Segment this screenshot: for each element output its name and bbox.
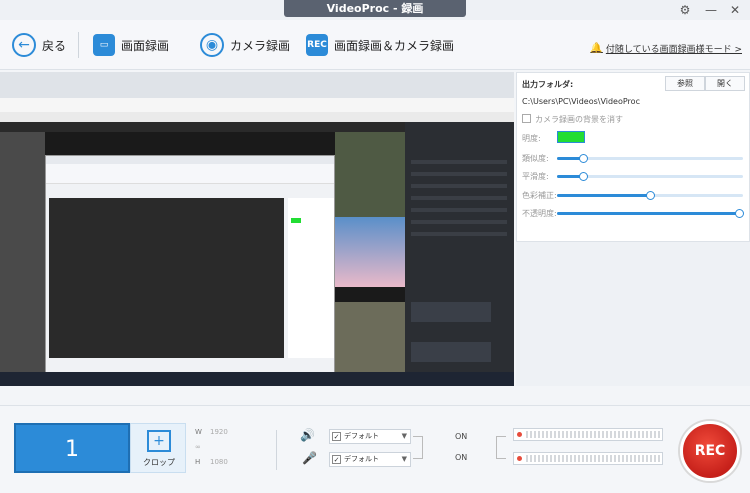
- preview-nested-settings: [288, 198, 334, 358]
- camera-record-label: カメラ録画: [230, 38, 291, 53]
- brightness-color-swatch[interactable]: [557, 131, 585, 143]
- remove-bg-label: カメラ録画の背景を消す: [535, 115, 623, 124]
- preview-participant-left: [0, 132, 45, 372]
- mic-device-label: デフォルト: [344, 455, 379, 463]
- chevron-down-icon: ▼: [401, 432, 407, 440]
- color-correction-slider[interactable]: [557, 191, 743, 200]
- speaker-level-dot: [517, 432, 522, 437]
- title-bar: VideoProc - 録画 ⚙ — ✕: [0, 0, 750, 20]
- monitor-select[interactable]: 1: [14, 423, 130, 473]
- open-button[interactable]: 開く: [705, 76, 745, 91]
- height-label: H: [195, 458, 201, 466]
- opacity-slider[interactable]: [557, 209, 745, 218]
- link-icon: ∞: [195, 443, 201, 451]
- crop-button[interactable]: + クロップ: [130, 423, 186, 473]
- remove-bg-checkbox[interactable]: [522, 114, 531, 123]
- screen-record-label: 画面録画: [121, 38, 170, 53]
- similarity-label: 類似度:: [522, 154, 549, 163]
- arrow-left-icon: ←: [12, 33, 36, 57]
- follow-mode-label: 付随している画面録画様モード >: [605, 45, 742, 55]
- camera-record-button[interactable]: ◉ カメラ録画: [200, 30, 290, 60]
- width-label: W: [195, 428, 202, 436]
- speaker-level-bars: [526, 431, 660, 438]
- minimize-button[interactable]: —: [702, 2, 720, 18]
- screen-camera-record-label: 画面録画＆カメラ録画: [334, 38, 455, 53]
- preview-browser-tabs: [0, 72, 514, 98]
- preview-participant-list: [411, 152, 507, 242]
- preview-nested-brightness: [291, 218, 301, 223]
- preview-nested-titlebar: [46, 156, 334, 164]
- preview-address-bar: [0, 98, 514, 112]
- similarity-knob[interactable]: [579, 154, 589, 163]
- preview-bookmarks: [0, 112, 514, 122]
- recording-controls: 1 + クロップ W 1920 ∞ H 1080 🔊 ✓ デフォルト ▼ 🎤 ✓…: [0, 405, 750, 493]
- mic-level-bars: [526, 455, 660, 462]
- preview-nested-toolbar: [46, 164, 334, 184]
- smoothness-slider[interactable]: [557, 172, 743, 181]
- browse-button[interactable]: 参照: [665, 76, 705, 91]
- speaker-state: ON: [455, 432, 468, 441]
- follow-mode-link[interactable]: 🔔 付随している画面録画様モード >: [590, 42, 742, 55]
- speaker-device-label: デフォルト: [344, 432, 379, 440]
- settings-panel-empty-area: [516, 242, 750, 386]
- color-correction-label: 色彩補正:: [522, 191, 557, 200]
- camera-icon: ◉: [200, 33, 224, 57]
- output-settings-panel: 出力フォルダ: 参照 開く C:\Users\PC\Videos\VideoPr…: [516, 72, 750, 242]
- mic-device-select[interactable]: ✓ デフォルト ▼: [329, 452, 411, 467]
- color-correction-fill: [557, 194, 650, 197]
- preview-participant-bottom-right: [335, 302, 405, 372]
- opacity-fill: [557, 212, 740, 215]
- speaker-level-meter: [513, 428, 663, 441]
- height-value: 1080: [210, 458, 228, 466]
- mic-checkbox[interactable]: ✓: [332, 455, 341, 464]
- preview-nested-screen: [49, 198, 284, 358]
- speaker-icon: 🔊: [300, 428, 315, 442]
- preview-nested-window: [45, 155, 335, 386]
- mic-level-meter: [513, 452, 663, 465]
- mic-state: ON: [455, 453, 468, 462]
- back-label: 戻る: [42, 38, 67, 53]
- smoothness-knob[interactable]: [579, 172, 589, 181]
- close-button[interactable]: ✕: [726, 2, 744, 18]
- audio-bracket-left: [413, 436, 423, 459]
- crop-icon: +: [147, 430, 171, 452]
- speaker-device-select[interactable]: ✓ デフォルト ▼: [329, 429, 411, 444]
- bell-icon: 🔔: [590, 43, 603, 54]
- width-value: 1920: [210, 428, 228, 436]
- screen-camera-record-button[interactable]: REC 画面録画＆カメラ録画: [306, 30, 454, 60]
- preview-taskbar: [0, 372, 514, 386]
- mic-level-dot: [517, 456, 522, 461]
- microphone-icon: 🎤: [302, 451, 317, 465]
- color-correction-knob[interactable]: [646, 191, 655, 200]
- bottom-divider: [276, 430, 277, 470]
- speaker-checkbox[interactable]: ✓: [332, 432, 341, 441]
- screen-record-button[interactable]: ▭ 画面録画: [93, 30, 169, 60]
- rec-button[interactable]: REC: [680, 421, 740, 481]
- crop-label: クロップ: [143, 458, 175, 467]
- smoothness-label: 平滑度:: [522, 172, 549, 181]
- chevron-down-icon: ▼: [401, 455, 407, 463]
- back-button[interactable]: ← 戻る: [12, 30, 66, 60]
- brightness-label: 明度:: [522, 134, 541, 143]
- recording-preview: [0, 72, 514, 386]
- preview-participants-panel: [405, 122, 514, 372]
- preview-chat-file-2: [411, 342, 491, 362]
- similarity-slider[interactable]: [557, 154, 743, 163]
- gear-icon[interactable]: ⚙: [676, 2, 694, 18]
- rec-icon: REC: [306, 34, 328, 56]
- preview-participant-mid-right: [335, 217, 405, 287]
- opacity-knob[interactable]: [735, 209, 745, 218]
- toolbar: ← 戻る ▭ 画面録画 ◉ カメラ録画 REC 画面録画＆カメラ録画 🔔 付随し…: [0, 20, 750, 70]
- audio-bracket-right: [496, 436, 506, 459]
- toolbar-divider: [78, 32, 79, 58]
- output-folder-label: 出力フォルダ:: [522, 80, 574, 89]
- window-title: VideoProc - 録画: [284, 0, 466, 17]
- monitor-icon: ▭: [93, 34, 115, 56]
- preview-chat-file-1: [411, 302, 491, 322]
- output-path: C:\Users\PC\Videos\VideoProc: [522, 97, 640, 106]
- preview-participant-top-right: [335, 132, 405, 217]
- preview-meeting-header: [0, 122, 405, 132]
- opacity-label: 不透明度:: [522, 209, 557, 218]
